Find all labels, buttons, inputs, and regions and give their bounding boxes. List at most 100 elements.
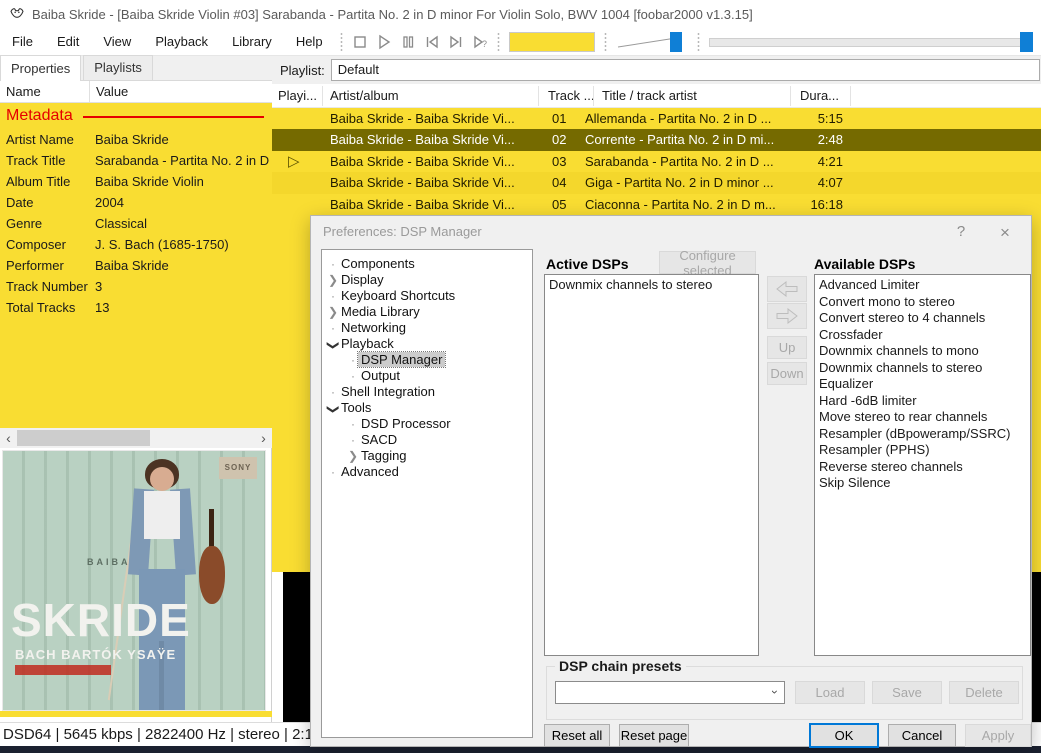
tree-item-label[interactable]: Display [338,272,387,287]
column-name[interactable]: Name [0,81,90,102]
property-row[interactable]: PerformerBaiba Skride [0,255,272,276]
available-dsp-item[interactable]: Convert mono to stereo [819,294,1030,311]
save-button[interactable]: Save [872,681,942,704]
scroll-left-arrow[interactable]: ‹ [0,428,17,448]
available-dsp-item[interactable]: Hard -6dB limiter [819,393,1030,410]
property-row[interactable]: ComposerJ. S. Bach (1685-1750) [0,234,272,255]
column-playing[interactable]: Playi... [278,88,317,103]
tree-item-keyboard-shortcuts[interactable]: ·Keyboard Shortcuts [322,288,532,304]
playlist-column-header[interactable]: Playi... Artist/album Track ... Title / … [272,84,1041,108]
menu-edit[interactable]: Edit [45,28,91,56]
available-dsp-item[interactable]: Equalizer [819,376,1030,393]
seekbar-handle[interactable] [1020,32,1033,52]
table-row[interactable]: ▷Baiba Skride - Baiba Skride Vi...03Sara… [272,151,1041,172]
tree-item-tools[interactable]: ❯Tools [322,400,532,416]
table-row[interactable]: Baiba Skride - Baiba Skride Vi...02Corre… [272,129,1041,150]
play-button[interactable] [372,30,396,54]
apply-button[interactable]: Apply [965,724,1031,747]
property-row[interactable]: Album TitleBaiba Skride Violin [0,171,272,192]
available-dsps-list[interactable]: Advanced LimiterConvert mono to stereoCo… [814,274,1031,656]
column-duration[interactable]: Dura... [800,88,839,103]
chevron-expanded-icon[interactable]: ❯ [325,404,341,414]
tab-playlists[interactable]: Playlists [83,55,153,80]
available-dsp-item[interactable]: Skip Silence [819,475,1030,492]
tree-item-dsd-processor[interactable]: ·DSD Processor [322,416,532,432]
column-value[interactable]: Value [90,81,128,102]
menu-help[interactable]: Help [284,28,335,56]
chevron-collapsed-icon[interactable]: ❯ [328,304,338,320]
tree-item-label[interactable]: Tagging [358,448,410,463]
property-row[interactable]: Track Number3 [0,276,272,297]
move-to-available-button[interactable] [767,303,807,329]
move-to-active-button[interactable] [767,276,807,302]
tree-item-dsp-manager[interactable]: ·DSP Manager [322,352,532,368]
tree-item-display[interactable]: ❯Display [322,272,532,288]
chevron-expanded-icon[interactable]: ❯ [325,340,341,350]
active-dsp-item[interactable]: Downmix channels to stereo [549,277,758,294]
load-button[interactable]: Load [795,681,865,704]
stop-button[interactable] [348,30,372,54]
tree-item-label[interactable]: Media Library [338,304,423,319]
menu-library[interactable]: Library [220,28,284,56]
property-row[interactable]: Track TitleSarabanda - Partita No. 2 in … [0,150,272,171]
tree-item-label[interactable]: Tools [338,400,374,415]
chevron-collapsed-icon[interactable]: ❯ [348,448,358,464]
active-dsps-list[interactable]: Downmix channels to stereo [544,274,759,656]
tree-item-label[interactable]: Keyboard Shortcuts [338,288,458,303]
tree-item-label[interactable]: Output [358,368,403,383]
column-artist-album[interactable]: Artist/album [330,88,399,103]
available-dsp-item[interactable]: Move stereo to rear channels [819,409,1030,426]
available-dsp-item[interactable]: Crossfader [819,327,1030,344]
horizontal-scrollbar[interactable]: ‹ › [0,428,272,448]
menu-view[interactable]: View [91,28,143,56]
tree-item-label[interactable]: Shell Integration [338,384,438,399]
configure-selected-button[interactable]: Configure selected [659,251,756,274]
tree-item-label[interactable]: Networking [338,320,409,335]
scroll-right-arrow[interactable]: › [255,428,272,448]
reset-all-button[interactable]: Reset all [544,724,610,747]
menu-playback[interactable]: Playback [143,28,220,56]
property-row[interactable]: GenreClassical [0,213,272,234]
tree-item-components[interactable]: ·Components [322,256,532,272]
up-button[interactable]: Up [767,336,807,359]
ok-button[interactable]: OK [809,723,879,748]
preset-combo[interactable]: › [555,681,785,704]
next-button[interactable] [444,30,468,54]
volume-slider-handle[interactable] [670,32,682,52]
tree-item-networking[interactable]: ·Networking [322,320,532,336]
tree-item-label[interactable]: Playback [338,336,397,351]
down-button[interactable]: Down [767,362,807,385]
reset-page-button[interactable]: Reset page [619,724,689,747]
column-title[interactable]: Title / track artist [602,88,697,103]
property-row[interactable]: Artist NameBaiba Skride [0,129,272,150]
tree-item-playback[interactable]: ❯Playback [322,336,532,352]
menu-file[interactable]: File [0,28,45,56]
tree-item-label[interactable]: DSD Processor [358,416,454,431]
tree-item-label[interactable]: DSP Manager [358,352,445,367]
chevron-collapsed-icon[interactable]: ❯ [328,272,338,288]
tree-item-sacd[interactable]: ·SACD [322,432,532,448]
available-dsp-item[interactable]: Resampler (dBpoweramp/SSRC) [819,426,1030,443]
property-row[interactable]: Date2004 [0,192,272,213]
random-button[interactable]: ? [468,30,492,54]
column-track[interactable]: Track ... [548,88,594,103]
playlist-dropdown[interactable]: Default [331,59,1040,81]
available-dsp-item[interactable]: Convert stereo to 4 channels [819,310,1030,327]
dialog-title-bar[interactable]: Preferences: DSP Manager ? × [311,216,1031,246]
available-dsp-item[interactable]: Advanced Limiter [819,277,1030,294]
table-row[interactable]: Baiba Skride - Baiba Skride Vi...01Allem… [272,108,1041,129]
volume-slider[interactable] [616,31,688,53]
tree-item-shell-integration[interactable]: ·Shell Integration [322,384,532,400]
available-dsp-item[interactable]: Reverse stereo channels [819,459,1030,476]
scrollbar-thumb[interactable] [17,430,150,446]
available-dsp-item[interactable]: Resampler (PPHS) [819,442,1030,459]
available-dsp-item[interactable]: Downmix channels to mono [819,343,1030,360]
properties-column-header[interactable]: Name Value [0,81,272,103]
close-icon[interactable]: × [993,223,1017,243]
cancel-button[interactable]: Cancel [888,724,956,747]
tree-item-label[interactable]: SACD [358,432,400,447]
help-icon[interactable]: ? [949,223,973,240]
delete-button[interactable]: Delete [949,681,1019,704]
available-dsp-item[interactable]: Downmix channels to stereo [819,360,1030,377]
previous-button[interactable] [420,30,444,54]
